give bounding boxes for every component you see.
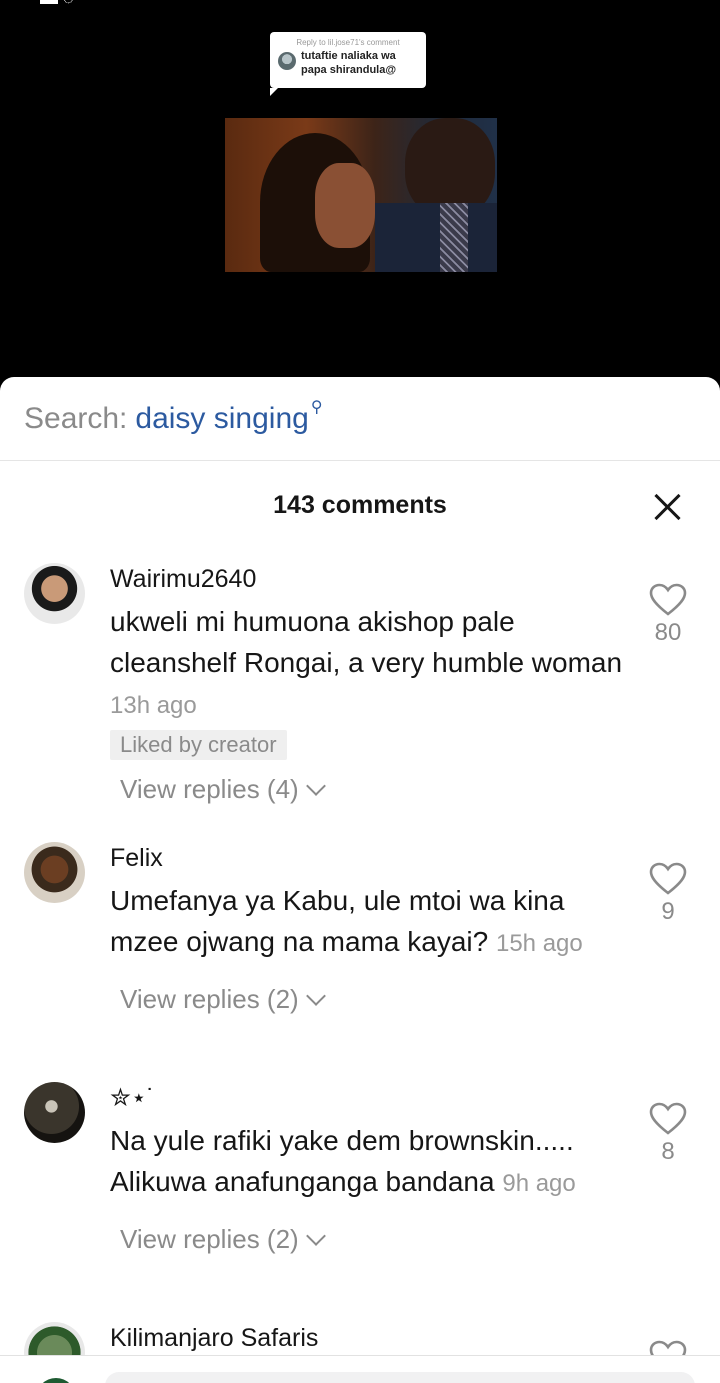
view-replies-button[interactable]: View replies (2) [110,1224,630,1255]
comment-text: Na yule rafiki yake dem brownskin..... A… [110,1120,630,1204]
chevron-down-icon [305,775,326,796]
reply-text: tutaftie naliaka wa papa shirandula@ [301,50,397,76]
search-suggestion[interactable]: Search: daisy singing ⚲ [0,377,720,461]
chevron-down-icon [305,1225,326,1246]
like-count: 80 [654,619,682,646]
avatar[interactable] [24,563,85,624]
view-replies-label: View replies (2) [120,984,299,1014]
heart-icon[interactable] [649,583,687,617]
search-label: Search: [24,401,128,435]
view-replies-label: View replies (4) [120,774,299,804]
liked-by-creator-badge: Liked by creator [110,730,287,760]
comment-time: 15h ago [495,930,583,957]
comment-time: 13h ago [110,692,197,719]
comment-username[interactable]: ✮⋆˙ [110,1082,630,1114]
comment-username[interactable]: Felix [110,842,630,874]
comment-text-body: ukweli mi humuona akishop pale cleanshel… [110,606,623,678]
comment-username[interactable]: Wairimu2640 [110,563,630,595]
search-term-link[interactable]: daisy singing [135,402,308,436]
view-replies-button[interactable]: View replies (2) [110,984,630,1015]
like-control[interactable]: 9 [640,862,696,926]
like-count: 9 [661,898,675,925]
like-control[interactable]: 80 [640,583,696,647]
view-replies-label: View replies (2) [120,1224,299,1254]
chevron-down-icon [305,985,326,1006]
heart-icon[interactable] [649,862,687,896]
search-icon: ⚲ [310,398,323,416]
avatar[interactable] [24,1322,85,1355]
avatar[interactable] [24,1082,85,1143]
own-avatar [36,1378,76,1383]
view-replies-button[interactable]: View replies (4) [110,774,630,805]
reply-header: Reply to lil.jose71's comment [296,38,400,47]
reply-sticker[interactable]: Reply to lil.jose71's comment tutaftie n… [270,32,426,96]
video-player[interactable]: ▬ ◌ Reply to lil.jose71's comment tutaft… [0,0,720,390]
like-count: 8 [661,1138,675,1165]
status-icons-left: ▬ ◌ [40,0,74,9]
comment-text: ukweli mi humuona akishop pale cleanshel… [110,601,630,726]
comment-item: Kilimanjaro Safaris [0,1322,720,1355]
comment-time: 9h ago [502,1170,576,1197]
comment-text: Umefanya ya Kabu, ule mtoi wa kina mzee … [110,880,630,964]
avatar[interactable] [24,842,85,903]
status-bar: ▬ ◌ [0,0,720,12]
video-frame [225,118,497,272]
like-control[interactable]: 8 [640,1102,696,1166]
heart-icon[interactable] [649,1102,687,1136]
reply-avatar [278,52,296,70]
comment-count: 143 comments [273,491,447,519]
comment-composer-bar [0,1355,720,1383]
like-control[interactable] [640,1340,696,1355]
close-icon[interactable] [652,491,684,523]
comment-username[interactable]: Kilimanjaro Safaris [110,1322,630,1354]
comments-header: 143 comments [0,461,720,545]
add-comment-input[interactable] [105,1372,695,1383]
heart-icon[interactable] [649,1340,687,1355]
